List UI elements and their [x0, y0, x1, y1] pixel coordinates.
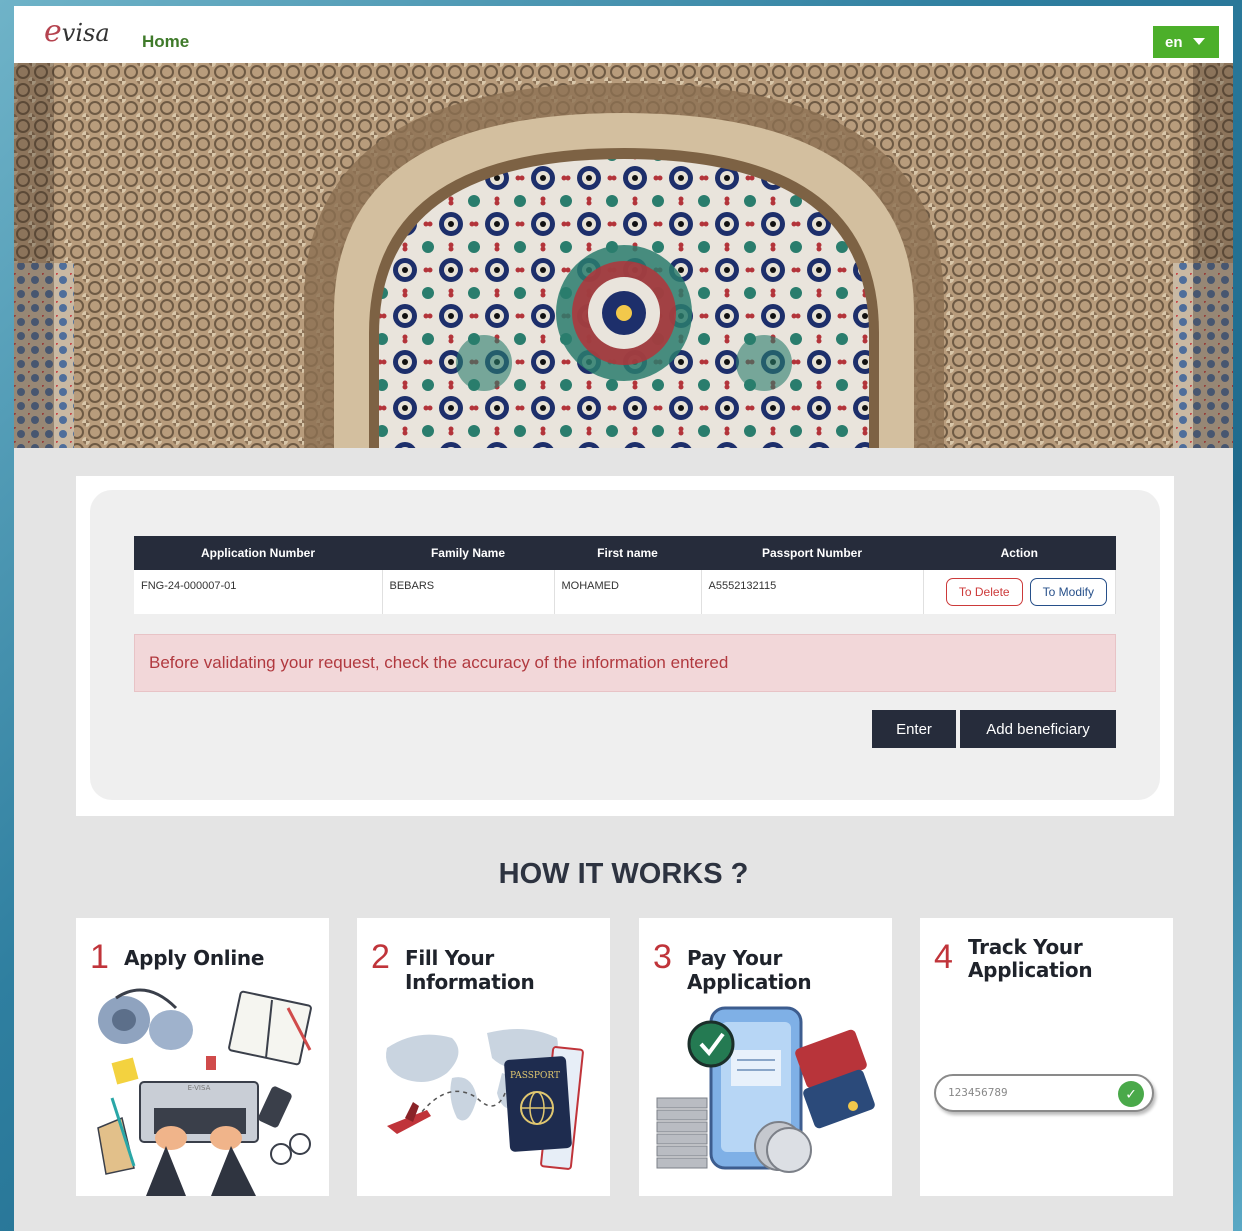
hero-banner-image	[14, 63, 1233, 448]
step-card-track-application: 4 Track Your Application 123456789 ✓	[920, 918, 1173, 1196]
caret-down-icon	[1193, 38, 1205, 45]
mobile-payment-illustration	[656, 1006, 875, 1173]
cell-passport-number: A5552132115	[701, 570, 924, 614]
moroccan-zellige-arch-image	[14, 63, 1233, 448]
tracking-number-value: 123456789	[948, 1086, 1008, 1099]
check-icon: ✓	[1118, 1081, 1144, 1107]
validation-warning-alert: Before validating your request, check th…	[134, 634, 1116, 692]
step-number: 1	[90, 938, 109, 976]
enter-button[interactable]: Enter	[872, 710, 956, 748]
col-passport-number: Passport Number	[701, 536, 923, 570]
step-label-line1: Track Your	[968, 935, 1083, 959]
how-it-works-title: HOW IT WORKS ?	[498, 858, 749, 890]
step-card-apply-online: 1 Apply Online E-VISA	[76, 918, 329, 1196]
cell-action: To Delete To Modify	[923, 570, 1116, 614]
application-panel: Application Number Family Name First nam…	[76, 476, 1174, 816]
logo-letter: e	[44, 14, 62, 49]
logo-wordmark: evisa	[44, 14, 110, 49]
laptop-typing-illustration: E-VISA	[97, 988, 312, 1196]
step-number: 2	[371, 938, 390, 976]
applications-table: Application Number Family Name First nam…	[134, 536, 1116, 614]
delete-button[interactable]: To Delete	[945, 578, 1023, 606]
col-first-name: First name	[554, 536, 701, 570]
col-family-name: Family Name	[382, 536, 554, 570]
cell-first-name: MOHAMED	[554, 570, 702, 614]
cell-family-name: BEBARS	[382, 570, 555, 614]
step-label: Apply Online	[124, 946, 265, 970]
language-value: en	[1165, 33, 1183, 51]
step-number: 4	[934, 938, 953, 976]
language-select[interactable]: en	[1153, 26, 1219, 58]
modify-button[interactable]: To Modify	[1029, 578, 1107, 606]
evisa-logo[interactable]: evisa	[28, 10, 110, 50]
nav-home-link[interactable]: Home	[142, 32, 189, 52]
page: evisa Home en Application Number Family …	[14, 6, 1233, 1231]
table-row: FNG-24-000007-01 BEBARS MOHAMED A5552132…	[134, 570, 1116, 614]
col-action: Action	[923, 536, 1116, 570]
laptop-brand-text: E-VISA	[188, 1084, 211, 1092]
cell-application-number: FNG-24-000007-01	[134, 570, 383, 614]
add-beneficiary-button[interactable]: Add beneficiary	[960, 710, 1116, 748]
passport-travel-illustration: PASSPORT	[386, 1029, 584, 1170]
application-panel-inner: Application Number Family Name First nam…	[90, 490, 1160, 800]
step-number: 3	[653, 938, 672, 976]
step-label: Track Your Application	[968, 935, 1093, 982]
step-label-line2: Application	[968, 958, 1093, 982]
top-navbar: evisa Home en	[14, 6, 1233, 64]
tracking-number-field[interactable]: 123456789 ✓	[934, 1074, 1154, 1112]
step-card-pay-application: 3 Pay Your Application	[639, 918, 892, 1196]
logo-text: visa	[61, 19, 110, 47]
step-card-fill-information: 2 Fill Your Information PASSPORT	[357, 918, 610, 1196]
passport-cover-text: PASSPORT	[510, 1071, 560, 1081]
table-header-row: Application Number Family Name First nam…	[134, 536, 1116, 570]
col-application-number: Application Number	[134, 536, 382, 570]
